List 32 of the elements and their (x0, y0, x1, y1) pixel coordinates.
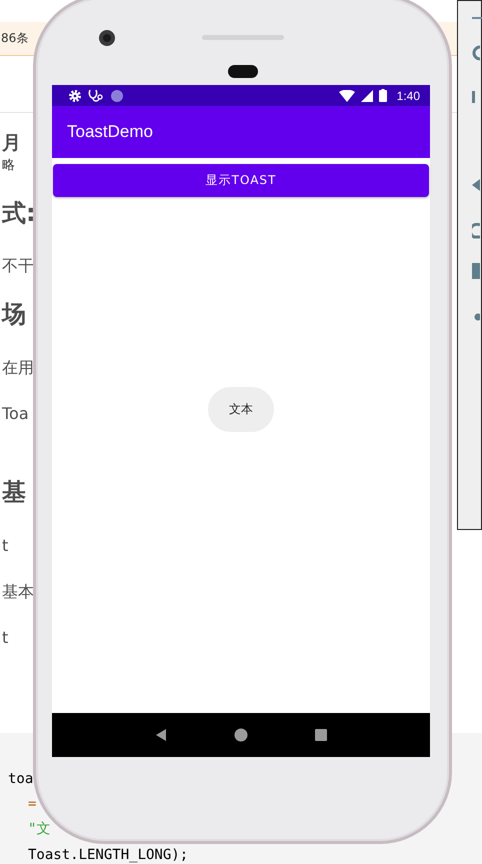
code-line: Toast.LENGTH_LONG); (27, 847, 188, 864)
article-text: 略 (2, 158, 15, 174)
article-text: 不干 (2, 256, 34, 276)
article-text: 在用 (2, 358, 34, 377)
settings-icon (68, 88, 82, 102)
code-line: toa (7, 771, 34, 788)
article-text: 场 (2, 299, 27, 330)
toast-message: 文本 (208, 387, 274, 432)
article-text: 基 (2, 477, 27, 508)
article-text: 式: (2, 198, 37, 229)
banner-text: 86条 (0, 30, 28, 47)
article-text: 基本 (2, 582, 34, 602)
circle-icon (110, 88, 124, 102)
minimize-icon[interactable] (472, 15, 482, 21)
wifi-icon (338, 90, 355, 102)
article-text: Toa (2, 404, 29, 424)
home-icon[interactable] (234, 728, 248, 742)
code-line: "文 (27, 820, 50, 838)
battery-icon (378, 89, 387, 102)
camera-icon (98, 29, 116, 47)
stethoscope-icon (88, 88, 104, 102)
status-time: 1:40 (396, 88, 420, 102)
signal-icon (360, 90, 373, 102)
article-text: 月 (2, 133, 21, 155)
article-text: t (2, 536, 8, 555)
speaker-slot (228, 65, 258, 78)
code-line: = (27, 796, 36, 813)
article-text: t (2, 629, 8, 648)
recents-icon[interactable] (314, 729, 327, 741)
app-title: ToastDemo (67, 122, 153, 142)
back-icon[interactable] (155, 729, 168, 741)
show-toast-button[interactable]: 显示TOAST (53, 164, 429, 197)
